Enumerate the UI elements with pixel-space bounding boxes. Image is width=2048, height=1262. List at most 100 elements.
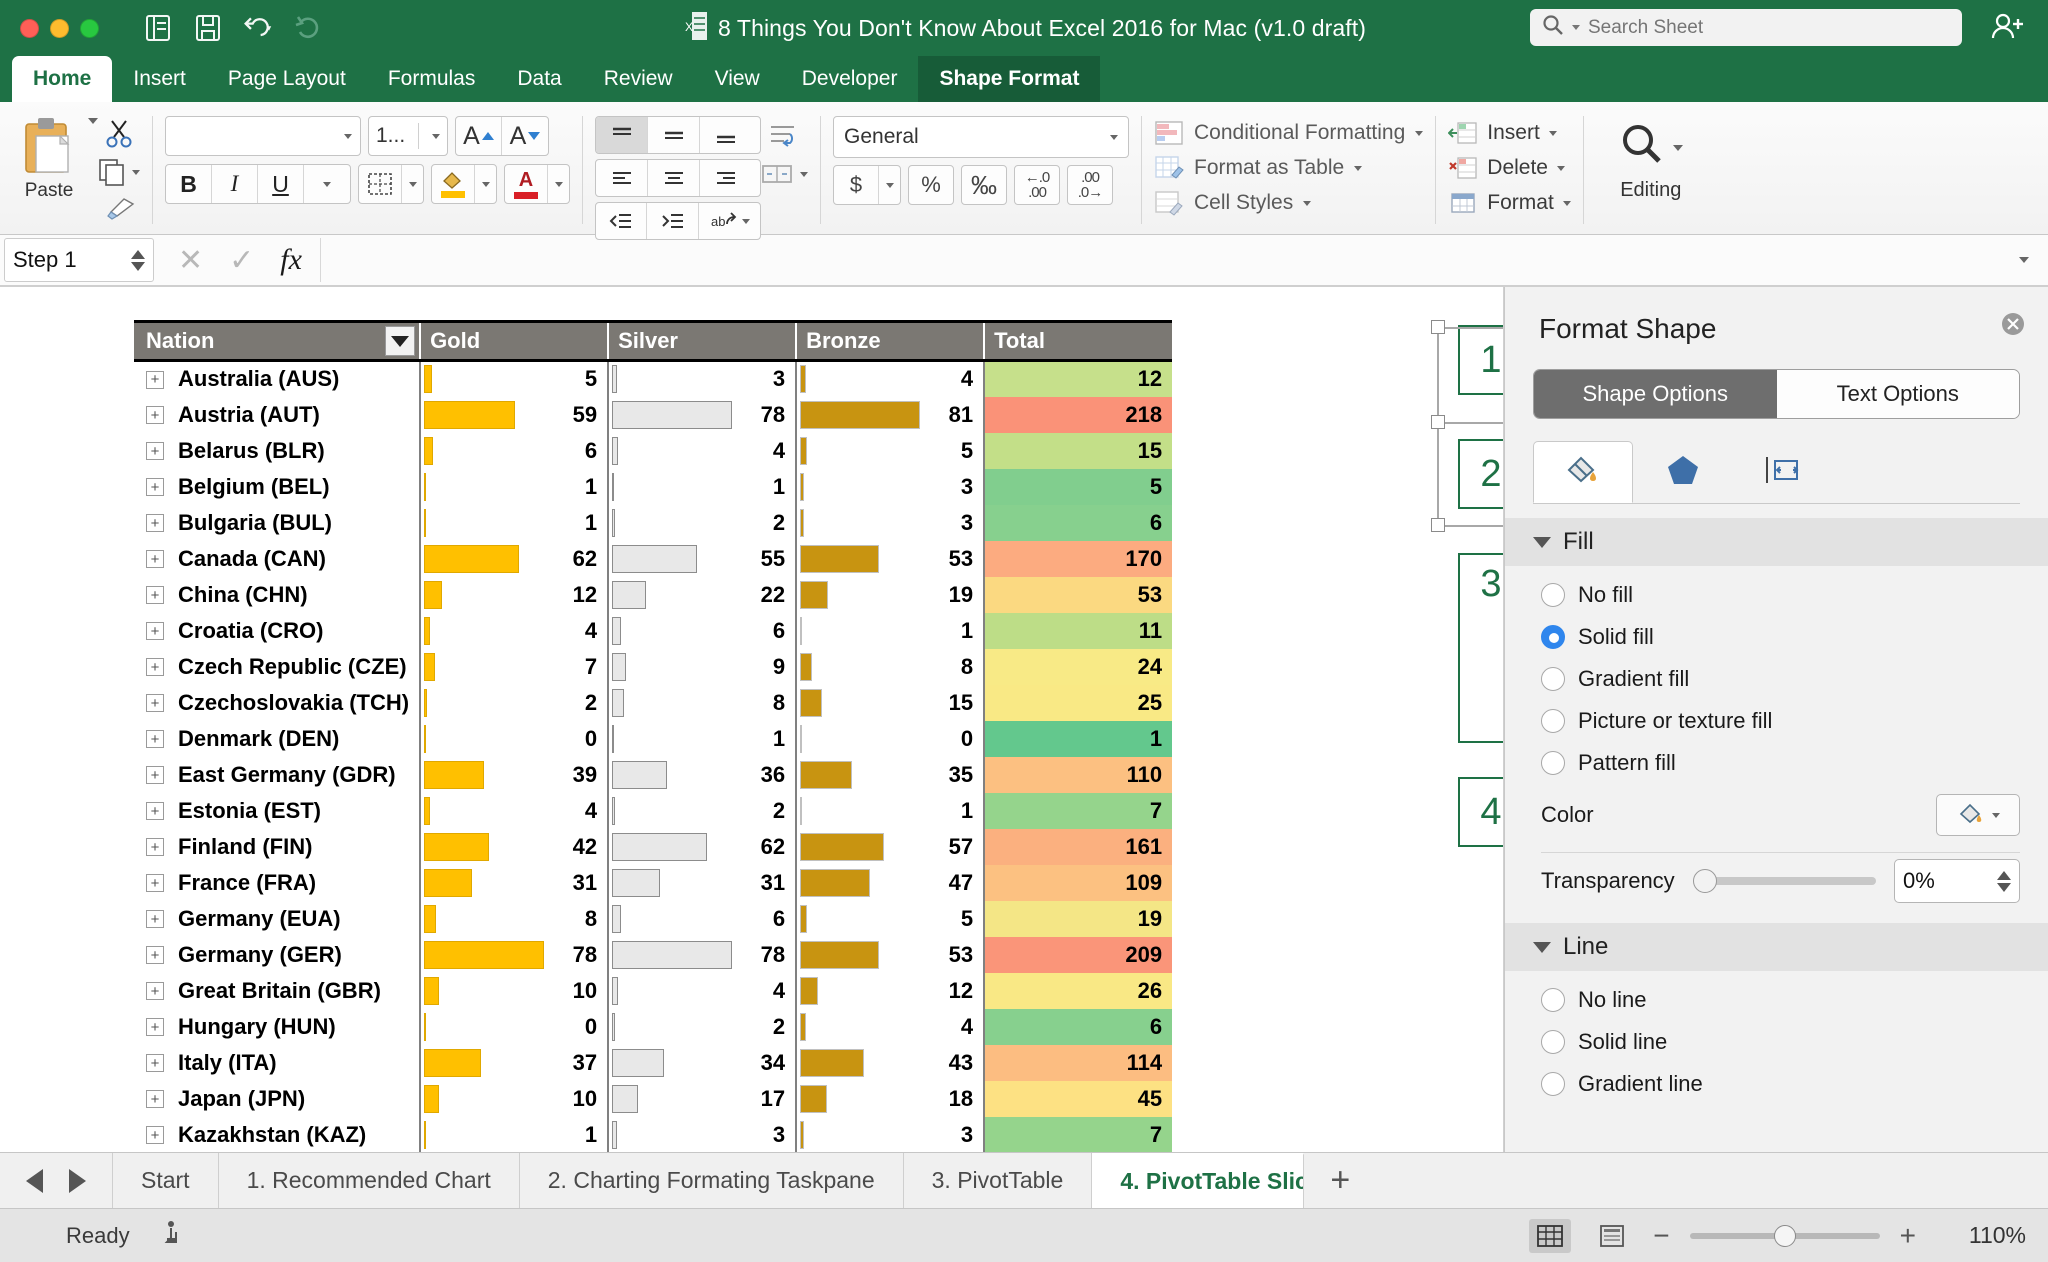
cell-nation[interactable]: + Australia (AUS) [134,361,420,397]
fill-section-toggle-icon[interactable] [1533,536,1551,548]
transparency-spinner[interactable] [1997,870,2011,892]
radio-solid-fill[interactable]: Solid fill [1541,624,2048,650]
expand-row-icon[interactable]: + [146,586,164,604]
align-bottom-button[interactable] [700,117,752,153]
cell-gold[interactable]: 0 [419,720,609,757]
percent-button[interactable]: % [908,165,954,205]
expand-row-icon[interactable]: + [146,910,164,928]
cell-total[interactable]: 11 [983,612,1173,649]
bold-button[interactable]: B [166,165,212,203]
cell-gold[interactable]: 1 [419,1116,609,1152]
cell-total[interactable]: 5 [983,468,1173,505]
add-sheet-icon[interactable]: + [1304,1153,1376,1208]
cell-silver[interactable]: 2 [607,504,797,541]
table-row[interactable]: + Czechoslovakia (TCH) 2 8 15 25 [134,684,1173,721]
radio-no-line[interactable]: No line [1541,987,2048,1013]
cell-gold[interactable]: 12 [419,576,609,613]
insert-cells-caret-icon[interactable] [1548,130,1557,136]
table-row[interactable]: + Croatia (CRO) 4 6 1 11 [134,612,1173,649]
radio-no-fill[interactable]: No fill [1541,582,2048,608]
cell-gold[interactable]: 1 [419,468,609,505]
radio-gradient-fill[interactable]: Gradient fill [1541,666,2048,692]
tab-effects[interactable] [1633,441,1733,503]
cell-silver[interactable]: 4 [607,972,797,1009]
tab-shape-options[interactable]: Shape Options [1534,370,1777,418]
cell-bronze[interactable]: 1 [795,792,985,829]
borders-caret-icon[interactable] [401,165,423,203]
table-row[interactable]: + Hungary (HUN) 0 2 4 6 [134,1008,1173,1045]
wrap-text-button[interactable] [768,122,802,150]
format-as-table-button[interactable]: Format as Table [1154,155,1423,181]
cell-gold[interactable]: 5 [419,360,609,397]
cell-silver[interactable]: 3 [607,360,797,397]
cell-total[interactable]: 1 [983,720,1173,757]
cell-total[interactable]: 6 [983,1008,1173,1045]
cell-gold[interactable]: 4 [419,792,609,829]
comma-button[interactable]: ‰ [961,165,1007,205]
cell-silver[interactable]: 31 [607,864,797,901]
insert-cells-button[interactable]: Insert [1447,120,1571,146]
no-fill-radio-dot[interactable] [1541,583,1565,607]
table-row[interactable]: + Austria (AUT) 59 78 81 218 [134,396,1173,433]
expand-row-icon[interactable]: + [146,514,164,532]
font-color-button[interactable]: A [504,164,570,204]
merge-cells-button[interactable] [761,162,808,186]
zoom-slider-knob[interactable] [1773,1224,1796,1247]
cell-bronze[interactable]: 5 [795,432,985,469]
ribbon-tab-review[interactable]: Review [583,56,694,102]
increase-decimal-button[interactable]: ←.0.00 [1014,165,1060,205]
transparency-spinbox[interactable]: 0% [1894,859,2020,903]
expand-row-icon[interactable]: + [146,1018,164,1036]
orientation-button[interactable]: ab [699,203,760,239]
format-cells-button[interactable]: Format [1448,190,1571,216]
transparency-slider[interactable] [1692,869,1876,893]
cell-nation[interactable]: + Denmark (DEN) [134,721,420,757]
cell-bronze[interactable]: 1 [795,612,985,649]
table-row[interactable]: + Belarus (BLR) 6 4 5 15 [134,432,1173,469]
cell-total[interactable]: 161 [983,828,1173,865]
cell-gold[interactable]: 8 [419,900,609,937]
zoom-in-button[interactable]: + [1900,1220,1916,1252]
search-input[interactable] [1588,16,1950,39]
cell-silver[interactable]: 17 [607,1080,797,1117]
underline-caret-icon[interactable] [304,165,350,203]
table-row[interactable]: + Bulgaria (BUL) 1 2 3 6 [134,504,1173,541]
expand-formula-bar-icon[interactable] [2000,257,2048,263]
save-icon[interactable] [193,13,223,43]
cell-total[interactable]: 53 [983,576,1173,613]
ribbon-tab-formulas[interactable]: Formulas [367,56,497,102]
font-name-caret-icon[interactable] [344,133,352,139]
tab-size-properties[interactable] [1733,441,1833,503]
cell-total[interactable]: 26 [983,972,1173,1009]
cell-nation[interactable]: + Czech Republic (CZE) [134,649,420,685]
currency-button[interactable]: $ [833,165,901,205]
cell-bronze[interactable]: 18 [795,1080,985,1117]
cell-total[interactable]: 12 [983,360,1173,397]
expand-row-icon[interactable]: + [146,874,164,892]
align-middle-button[interactable] [648,117,700,153]
align-right-button[interactable] [700,160,752,196]
table-row[interactable]: + Australia (AUS) 5 3 4 12 [134,360,1173,397]
ribbon-tab-home[interactable]: Home [12,56,113,102]
expand-row-icon[interactable]: + [146,478,164,496]
redo-icon[interactable] [293,13,323,43]
cut-button[interactable] [104,118,134,148]
cell-bronze[interactable]: 19 [795,576,985,613]
cell-total[interactable]: 25 [983,684,1173,721]
copy-caret-icon[interactable] [132,169,140,175]
normal-view-icon[interactable] [1529,1218,1572,1253]
zoom-out-button[interactable]: − [1653,1220,1669,1252]
expand-row-icon[interactable]: + [146,694,164,712]
table-row[interactable]: + Germany (GER) 78 78 53 209 [134,936,1173,973]
cell-gold[interactable]: 0 [419,1008,609,1045]
conditional-formatting-button[interactable]: Conditional Formatting [1154,120,1424,146]
cell-total[interactable]: 110 [983,756,1173,793]
fill-section-header[interactable]: Fill [1505,518,2048,566]
cell-nation[interactable]: + Croatia (CRO) [134,613,420,649]
close-icon[interactable] [2000,311,2026,337]
cell-total[interactable]: 6 [983,504,1173,541]
table-row[interactable]: + Italy (ITA) 37 34 43 114 [134,1044,1173,1081]
expand-row-icon[interactable]: + [146,1090,164,1108]
selection-handle-bottom[interactable] [1431,518,1445,532]
ribbon-tab-page-layout[interactable]: Page Layout [207,56,367,102]
